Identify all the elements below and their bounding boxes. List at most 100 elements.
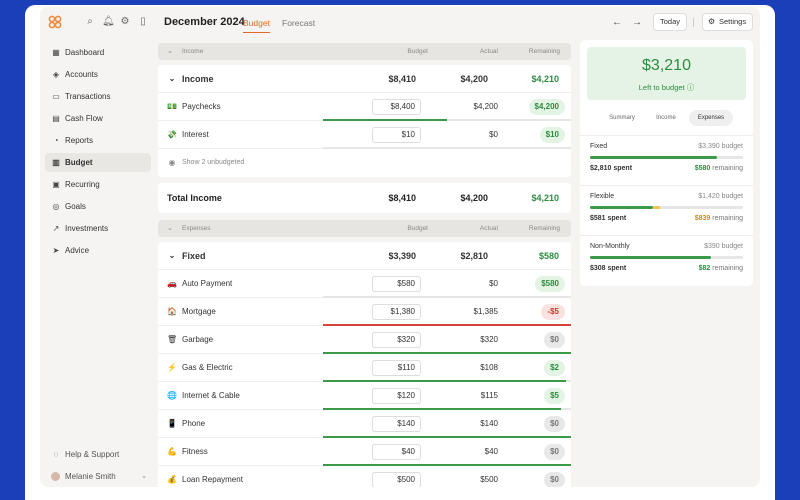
sidebar-item-transactions[interactable]: ▭ Transactions — [45, 87, 151, 106]
category-icon: 💵 — [167, 102, 177, 111]
remaining-pill[interactable]: $2 — [544, 360, 565, 376]
next-month-icon[interactable]: → — [632, 17, 642, 28]
sidebar-item-advice[interactable]: ➤ Advice — [45, 241, 151, 260]
table-row[interactable]: 💸 Interest $10 $0 $10 — [158, 121, 571, 149]
budget-group-title: Fixed — [590, 143, 608, 150]
sidebar-item-goals[interactable]: ◎ Goals — [45, 197, 151, 216]
prev-month-icon[interactable]: ← — [612, 17, 622, 28]
show-unbudgeted-label: Show 2 unbudgeted — [182, 159, 245, 166]
table-row[interactable]: 🚗 Auto Payment $580 $0 $580 — [158, 270, 571, 298]
remaining-pill[interactable]: $580 — [535, 276, 565, 292]
chevron-down-icon[interactable]: ⌄ — [167, 65, 177, 93]
settings-label: Settings — [719, 17, 747, 26]
chevron-down-icon[interactable]: ⌄ — [167, 43, 173, 60]
help-support-link[interactable]: ◌ Help & Support — [45, 445, 151, 464]
group-row-income[interactable]: ⌄ Income $8,410 $4,200 $4,210 — [158, 65, 571, 93]
budget-input[interactable]: $10 — [372, 127, 421, 143]
target-icon: ◎ — [52, 202, 60, 211]
tab-forecast[interactable]: Forecast — [282, 18, 315, 28]
budget-input[interactable]: $110 — [372, 360, 421, 376]
sidebar-item-budget[interactable]: ▥ Budget — [45, 153, 151, 172]
group-name: Fixed — [182, 251, 206, 261]
chevron-down-icon[interactable]: ⌄ — [167, 220, 173, 237]
actual-value: $0 — [489, 130, 498, 139]
sidebar-toggle-icon[interactable]: ▯ — [137, 16, 149, 28]
budget-group-remaining: $580 remaining — [695, 165, 743, 172]
table-row[interactable]: 💵 Paychecks $8,400 $4,200 $4,200 — [158, 93, 571, 121]
segment-summary[interactable]: Summary — [600, 110, 644, 126]
sidebar-item-reports[interactable]: ◔ Reports — [45, 131, 151, 150]
table-row[interactable]: 💪 Fitness $40 $40 $0 — [158, 438, 571, 466]
table-row[interactable]: 🏠 Mortgage $1,380 $1,385 -$5 — [158, 298, 571, 326]
remaining-pill[interactable]: $0 — [544, 416, 565, 432]
budget-input[interactable]: $8,400 — [372, 99, 421, 115]
user-menu[interactable]: Melanie Smith ⌄ — [45, 467, 151, 486]
budget-input[interactable]: $1,380 — [372, 304, 421, 320]
sidebar-item-investments[interactable]: ↗ Investments — [45, 219, 151, 238]
col-remaining: Remaining — [528, 225, 560, 232]
actual-value: $320 — [480, 335, 498, 344]
category-name: Phone — [182, 419, 206, 428]
expenses-section-header: ⌄ Expenses Budget Actual Remaining — [158, 220, 571, 237]
budget-input[interactable]: $40 — [372, 444, 421, 460]
group-actual: $4,200 — [460, 74, 488, 84]
remaining-pill[interactable]: $0 — [544, 472, 565, 487]
budget-input[interactable]: $580 — [372, 276, 421, 292]
remaining-pill[interactable]: $0 — [544, 332, 565, 348]
cash-icon: ▤ — [52, 114, 60, 123]
budget-progress-bar — [590, 206, 743, 209]
actual-value: $4,200 — [473, 102, 498, 111]
gear-icon[interactable]: ⚙ — [119, 16, 131, 28]
category-name: Paychecks — [182, 102, 221, 111]
budget-group-flexible[interactable]: Flexible $1,420 budget $581 spent $839 rema… — [580, 185, 753, 231]
table-row[interactable]: 📱 Phone $140 $140 $0 — [158, 410, 571, 438]
group-actual: $2,810 — [460, 251, 488, 261]
budget-group-spent: $2,810 spent — [590, 165, 633, 172]
sidebar-item-accounts[interactable]: ◈ Accounts — [45, 65, 151, 84]
budget-group-non-monthly[interactable]: Non-Monthly $390 budget $308 spent $82 rema… — [580, 235, 753, 281]
budget-group-fixed[interactable]: Fixed $3,390 budget $2,810 spent $580 remai… — [580, 135, 753, 181]
actual-value: $0 — [489, 279, 498, 288]
sidebar-item-dashboard[interactable]: ▦ Dashboard — [45, 43, 151, 62]
remaining-pill[interactable]: $5 — [544, 388, 565, 404]
info-icon[interactable]: ⓘ — [687, 83, 695, 92]
remaining-pill[interactable]: -$5 — [541, 304, 565, 320]
budget-progress-fill — [590, 156, 717, 159]
sidebar-item-recurring[interactable]: ▣ Recurring — [45, 175, 151, 194]
search-icon[interactable]: ⌕ — [84, 16, 96, 28]
top-bar: ⌕ 🔔︎ ⚙ ▯ December 2024 Budget Forecast ←… — [40, 7, 760, 37]
group-remaining: $4,210 — [531, 74, 559, 84]
budget-input[interactable]: $120 — [372, 388, 421, 404]
remaining-pill[interactable]: $0 — [544, 444, 565, 460]
today-button[interactable]: Today — [653, 13, 688, 31]
budget-group-remaining: $839 remaining — [695, 215, 743, 222]
remaining-pill[interactable]: $10 — [539, 127, 565, 143]
category-name: Internet & Cable — [182, 391, 240, 400]
budget-input[interactable]: $320 — [372, 332, 421, 348]
group-row-fixed[interactable]: ⌄ Fixed $3,390 $2,810 $580 — [158, 242, 571, 270]
sidebar-item-cash-flow[interactable]: ▤ Cash Flow — [45, 109, 151, 128]
chart-icon: ◔ — [53, 136, 59, 145]
group-remaining: $580 — [538, 251, 559, 261]
month-title: December 2024 — [164, 16, 245, 28]
budget-input[interactable]: $500 — [372, 472, 421, 487]
subtitle-text: Left to budget — [638, 83, 685, 92]
table-row[interactable]: 💰 Loan Repayment $500 $500 $0 — [158, 466, 571, 487]
chevron-down-icon[interactable]: ⌄ — [167, 242, 177, 270]
show-unbudgeted-row[interactable]: ◉ Show 2 unbudgeted — [158, 149, 571, 177]
budget-group-title: Non-Monthly — [590, 243, 630, 250]
table-row[interactable]: 🌐 Internet & Cable $120 $115 $5 — [158, 382, 571, 410]
bell-icon[interactable]: 🔔︎ — [102, 16, 115, 28]
section-name: Expenses — [182, 225, 211, 232]
table-row[interactable]: 🗑 Garbage $320 $320 $0 — [158, 326, 571, 354]
remaining-pill[interactable]: $4,200 — [528, 99, 565, 115]
budget-group-remaining: $82 remaining — [699, 265, 743, 272]
remaining-amount: $839 — [694, 215, 711, 222]
table-row[interactable]: ⚡ Gas & Electric $110 $108 $2 — [158, 354, 571, 382]
segment-expenses[interactable]: Expenses — [689, 110, 733, 126]
settings-button[interactable]: ⚙ Settings — [702, 13, 754, 31]
budget-input[interactable]: $140 — [372, 416, 421, 432]
segment-income[interactable]: Income — [646, 110, 686, 126]
category-name: Garbage — [182, 335, 214, 344]
tab-budget[interactable]: Budget — [243, 18, 270, 33]
